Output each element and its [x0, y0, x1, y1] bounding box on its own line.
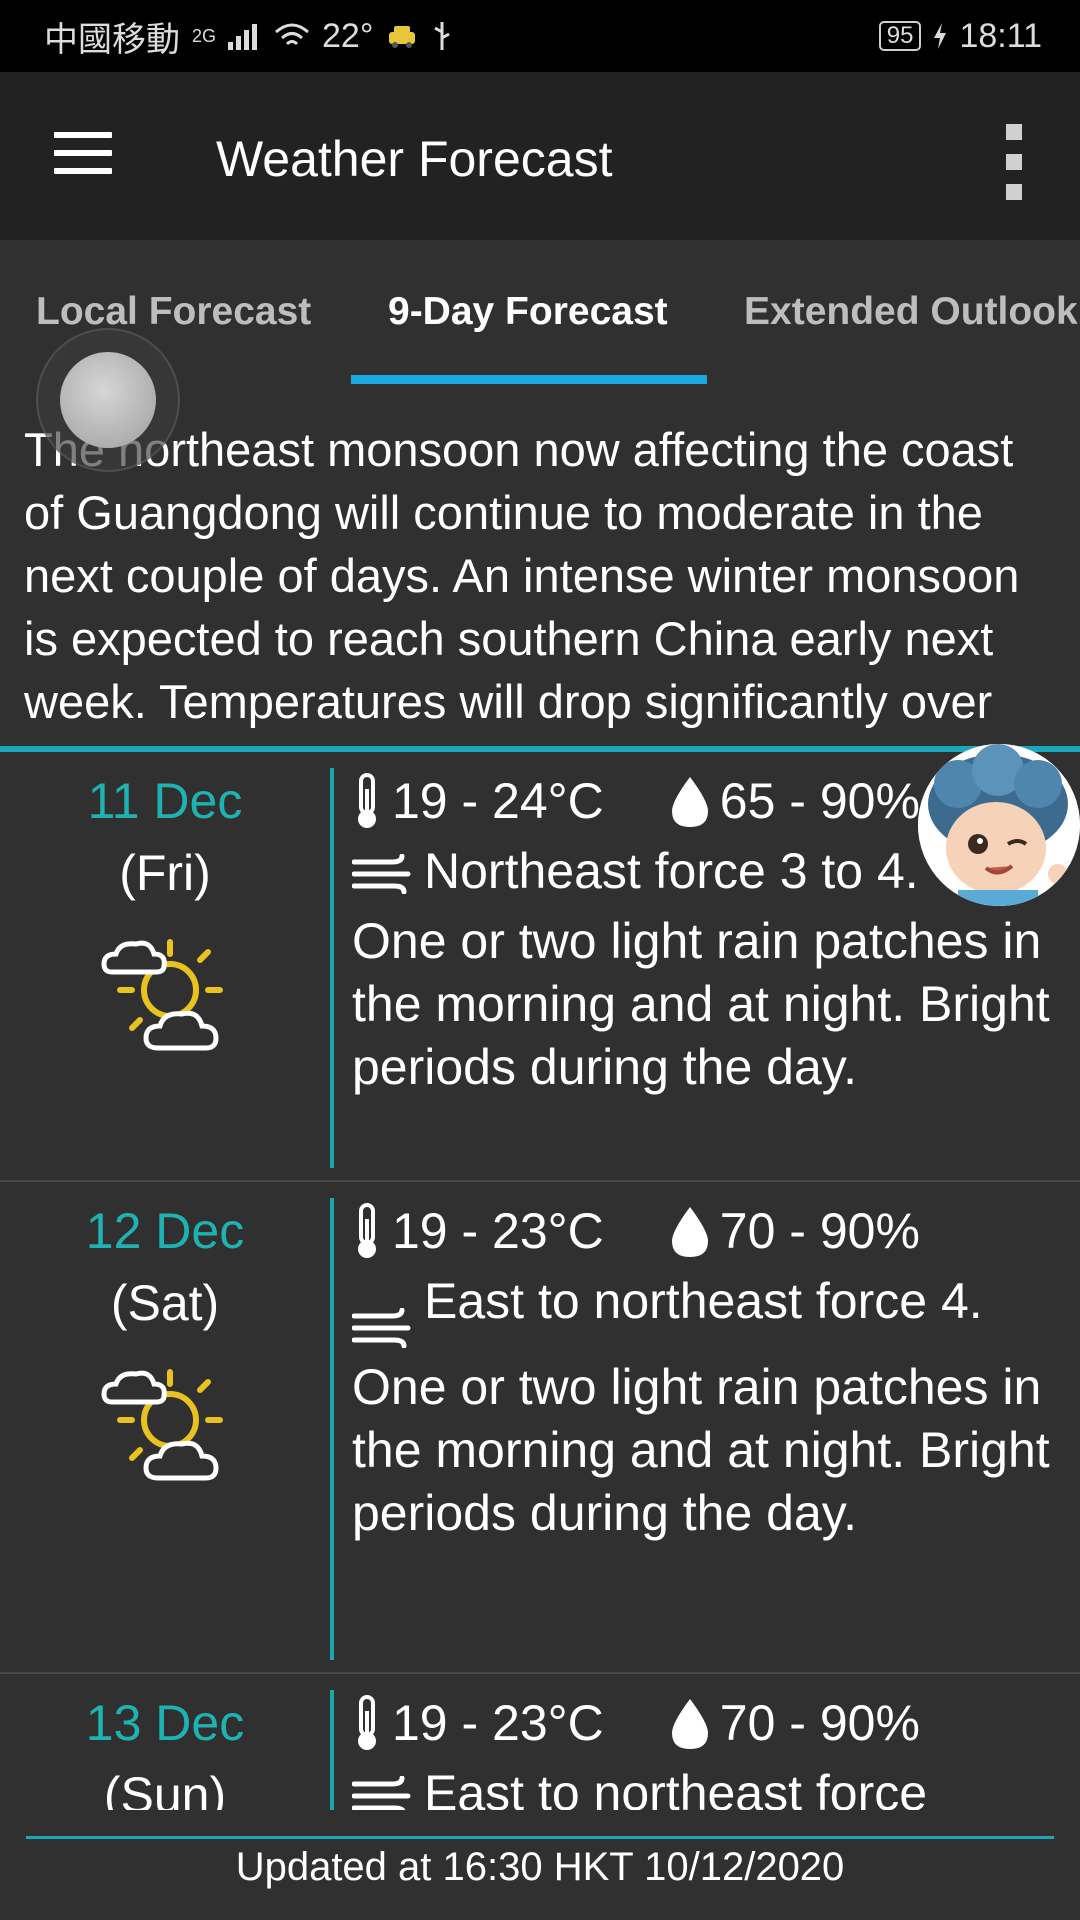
- active-tab-indicator: [351, 375, 707, 384]
- tab-extended-outlook[interactable]: Extended Outlook: [744, 290, 1078, 334]
- wind-description: Northeast force 3 to 4.: [424, 843, 919, 899]
- forecast-weekday: (Fri): [119, 845, 211, 901]
- hamburger-menu-icon[interactable]: [54, 132, 112, 176]
- app-bar: Weather Forecast: [0, 72, 1080, 240]
- boy-avatar-icon: [918, 744, 1080, 906]
- weather-description: One or two light rain patches in the mor…: [352, 1359, 1050, 1541]
- carrier-label: 中國移動: [44, 20, 180, 59]
- weather-description: One or two light rain patches in the mor…: [352, 913, 1050, 1095]
- forecast-day-item[interactable]: 12 Dec (Sat) 19 - 23°C 70 - 90% East to …: [0, 1182, 1080, 1674]
- weather-temp: 22°: [322, 16, 374, 55]
- wind-description: East to northeast force: [424, 1765, 928, 1810]
- status-bar: 中國移動 2G 22° 95 18:11: [0, 0, 1080, 72]
- floating-touch-button[interactable]: [36, 328, 180, 472]
- usb-icon: [434, 22, 451, 50]
- battery-icon: 95: [878, 21, 922, 51]
- sunny-periods-cloudy-icon: [101, 939, 223, 1051]
- wind-icon: [352, 1776, 411, 1810]
- humidity-range: 70 - 90%: [719, 1203, 920, 1259]
- charging-icon: [934, 23, 947, 49]
- signal-icon: [228, 24, 258, 50]
- sunny-periods-cloudy-icon: [101, 1369, 223, 1481]
- forecast-date: 12 Dec: [85, 1203, 245, 1259]
- forecast-date: 13 Dec: [85, 1695, 245, 1751]
- tab-9-day-forecast[interactable]: 9-Day Forecast: [388, 290, 668, 334]
- humidity-drop-icon: [671, 777, 708, 827]
- humidity-range: 65 - 90%: [719, 773, 920, 829]
- forecast-date: 11 Dec: [87, 773, 243, 829]
- item-separator-line: [330, 768, 334, 1168]
- humidity-drop-icon: [671, 1207, 708, 1257]
- mascot-avatar[interactable]: [918, 744, 1080, 906]
- item-separator-line: [330, 1198, 334, 1660]
- general-situation-text: The northeast monsoon now affecting the …: [24, 423, 1020, 728]
- humidity-drop-icon: [671, 1699, 708, 1749]
- last-updated-label: Updated at 16:30 HKT 10/12/2020: [235, 1845, 845, 1889]
- tab-local-forecast[interactable]: Local Forecast: [36, 290, 311, 334]
- wifi-icon: [275, 23, 310, 46]
- footer-divider: [26, 1836, 1054, 1839]
- forecast-day-item[interactable]: 13 Dec (Sun) 19 - 23°C 70 - 90% East to …: [0, 1674, 1080, 1810]
- forecast-weekday: (Sun): [103, 1767, 227, 1810]
- wind-icon: [352, 854, 411, 894]
- clock: 18:11: [959, 16, 1042, 55]
- thermometer-icon: [358, 773, 376, 828]
- temperature-range: 19 - 23°C: [392, 1695, 604, 1751]
- temperature-range: 19 - 24°C: [392, 773, 604, 829]
- forecast-list[interactable]: 11 Dec (Fri) 19 - 24°C 65 - 90% Northeas…: [0, 752, 1080, 1810]
- car-icon: [389, 26, 416, 48]
- page-title: Weather Forecast: [216, 131, 613, 187]
- wind-description: East to northeast force 4.: [424, 1273, 983, 1329]
- network-type: 2G: [192, 25, 217, 46]
- wind-icon: [352, 1308, 411, 1348]
- thermometer-icon: [358, 1695, 376, 1750]
- forecast-weekday: (Sat): [110, 1275, 220, 1331]
- more-vert-icon[interactable]: [1006, 124, 1022, 208]
- temperature-range: 19 - 23°C: [392, 1203, 604, 1259]
- humidity-range: 70 - 90%: [719, 1695, 920, 1751]
- item-separator-line: [330, 1690, 334, 1810]
- thermometer-icon: [358, 1203, 376, 1258]
